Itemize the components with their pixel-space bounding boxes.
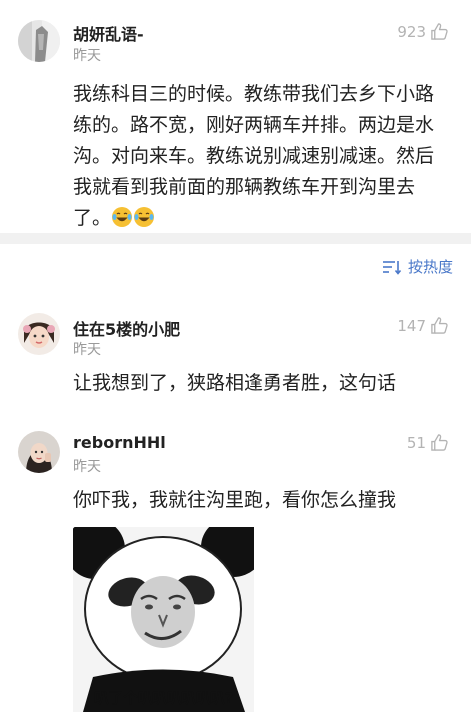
section-divider — [0, 233, 471, 244]
thumbs-up-icon — [431, 317, 448, 334]
comment-text: 你吓我，我就往沟里跑，看你怎么撞我 — [73, 489, 397, 511]
post-time: 昨天 — [73, 48, 101, 64]
comment-username[interactable]: 住在5楼的小肥 — [73, 316, 180, 340]
laughing-tears-emoji — [133, 206, 155, 228]
sort-by-hot-button[interactable]: 按热度 — [382, 256, 453, 277]
comment-meme-image[interactable]: 叭了个叭叭叭叭叭叭? — [73, 527, 254, 712]
sort-label: 按热度 — [407, 258, 453, 276]
comment-avatar[interactable] — [18, 313, 60, 355]
thumbs-up-icon — [431, 23, 448, 40]
meme-caption: 叭了个叭叭叭叭叭叭? — [94, 689, 233, 707]
panda-meme-picture — [73, 527, 254, 712]
comment-like-button[interactable]: 51 — [407, 433, 449, 452]
comment-text: 让我想到了，狭路相逢勇者胜，这句话 — [73, 372, 397, 394]
comment-time: 昨天 — [73, 459, 101, 475]
post-username[interactable]: 胡妍乱语- — [73, 21, 144, 45]
sort-icon — [382, 260, 402, 275]
comment-username[interactable]: rebornHHl — [73, 433, 166, 452]
post-like-button[interactable]: 923 — [397, 22, 449, 41]
post-like-count: 923 — [397, 22, 426, 41]
post-avatar[interactable] — [18, 20, 60, 62]
comment-like-count: 51 — [406, 433, 426, 452]
comment-avatar[interactable] — [18, 431, 60, 473]
avatar-image — [18, 313, 60, 355]
avatar-image — [18, 431, 60, 473]
comment-like-count: 147 — [397, 316, 426, 335]
avatar-image — [18, 20, 60, 62]
comment-time: 昨天 — [73, 342, 101, 358]
thumbs-up-icon — [431, 434, 448, 451]
comment-like-button[interactable]: 147 — [397, 316, 449, 335]
laughing-tears-emoji — [111, 206, 133, 228]
post-body: 我练科目三的时候。教练带我们去乡下小路练的。路不宽，刚好两辆车并排。两边是水沟。… — [73, 79, 443, 234]
